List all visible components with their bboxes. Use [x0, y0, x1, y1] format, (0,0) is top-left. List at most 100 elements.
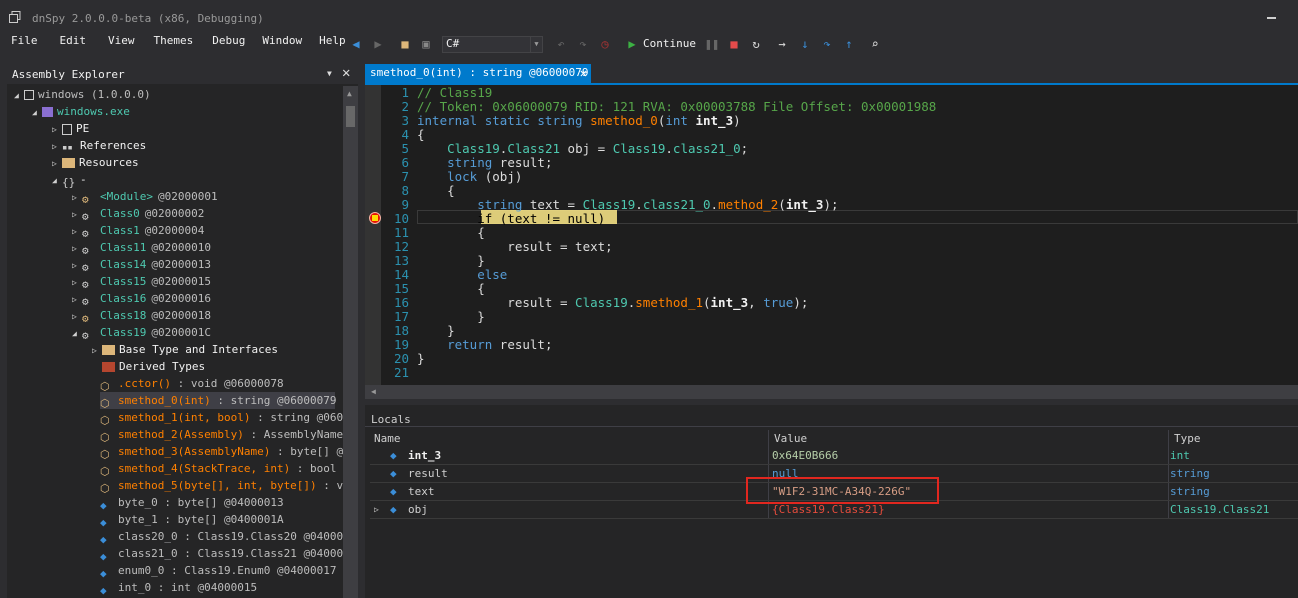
tree-node-selected[interactable]: ⬡ smethod_0(int) : string @06000079: [100, 392, 337, 410]
redo-icon[interactable]: ↷: [575, 36, 591, 52]
language-select[interactable]: C# ▼: [442, 36, 543, 53]
line-number: 8: [401, 183, 409, 198]
tree-node[interactable]: Derived Types: [92, 358, 205, 375]
show-next-statement-icon[interactable]: →: [774, 36, 790, 52]
expand-icon[interactable]: ▷: [374, 501, 379, 518]
back-icon[interactable]: ◀: [348, 36, 364, 52]
search-icon[interactable]: ⌕: [867, 36, 883, 52]
tree-node[interactable]: ◢{} -: [52, 171, 87, 189]
column-header-name[interactable]: Name: [374, 430, 401, 447]
tree-node[interactable]: ⬡smethod_2(Assembly) : AssemblyName @0: [100, 426, 343, 444]
field-icon: ◆: [100, 499, 107, 512]
minimize-button[interactable]: [1262, 6, 1286, 26]
menu-themes[interactable]: Themes: [135, 34, 194, 52]
locals-row[interactable]: ◆ int_3 0x64E0B666 int: [370, 447, 1298, 465]
tree-node[interactable]: ▷ Base Type and Interfaces: [92, 341, 278, 358]
line-number: 15: [393, 281, 409, 296]
tree-node[interactable]: ◆ enum0_0 : Class19.Enum0 @04000017: [100, 562, 337, 580]
line-number: 1: [401, 85, 409, 100]
play-icon[interactable]: ▶: [624, 36, 640, 52]
explorer-scrollbar[interactable]: [343, 86, 358, 598]
code-line: // Token: 0x06000079 RID: 121 RVA: 0x000…: [417, 99, 937, 114]
step-into-icon[interactable]: ↓: [797, 36, 813, 52]
breakpoint-gutter[interactable]: [365, 85, 381, 385]
tree-node[interactable]: ▷ ⚙ Class1 @02000004: [72, 222, 204, 240]
code-line: result = Class19.smethod_1(int_3, true);: [417, 295, 809, 310]
menu-window[interactable]: Window: [245, 34, 302, 52]
step-over-icon[interactable]: ↷: [819, 36, 835, 52]
assembly-tree[interactable]: ◢ windows (1.0.0.0) ◢ windows.exe ▷ PE ▷ ▪▪ R…: [7, 86, 343, 598]
tree-node[interactable]: ▷ ▪▪ References: [52, 137, 146, 154]
pause-icon[interactable]: ❚❚: [704, 36, 720, 52]
locals-header-row: Name Value Type: [370, 430, 1298, 448]
local-name: text: [408, 485, 435, 498]
code-line: }: [417, 323, 455, 338]
continue-button[interactable]: Continue: [643, 37, 696, 50]
class-icon: ⚙: [82, 295, 89, 308]
local-variable-icon: ◆: [390, 449, 397, 462]
menu-view[interactable]: View: [86, 34, 135, 52]
tree-node[interactable]: ▷ ⚙ Class16 @02000016: [72, 290, 211, 308]
locals-title: Locals: [371, 413, 411, 426]
line-number: 5: [401, 141, 409, 156]
tree-node[interactable]: ▷ ⚙ Class11 @02000010: [72, 239, 211, 257]
assembly-explorer-title: Assembly Explorer: [12, 68, 125, 81]
scroll-left-icon[interactable]: ◀: [371, 387, 376, 396]
column-header-value[interactable]: Value: [774, 430, 807, 447]
forward-icon[interactable]: ▶: [370, 36, 386, 52]
class-icon: ⚙: [82, 278, 89, 291]
local-variable-icon: ◆: [390, 503, 397, 516]
save-icon[interactable]: ▣: [418, 36, 434, 52]
history-icon[interactable]: ◷: [597, 36, 613, 52]
close-icon[interactable]: ✕: [342, 65, 350, 81]
tree-node[interactable]: ◢ windows.exe: [32, 103, 130, 120]
stop-icon[interactable]: ■: [726, 36, 742, 52]
undo-icon[interactable]: ↶: [553, 36, 569, 52]
code-line: string result;: [447, 155, 553, 170]
tree-node[interactable]: ▷ PE: [52, 120, 89, 137]
local-value[interactable]: 0x64E0B666: [772, 447, 838, 464]
tree-node[interactable]: ▷ ⚙ Class0 @02000002: [72, 205, 204, 223]
menu-file[interactable]: File: [0, 34, 38, 52]
open-folder-icon[interactable]: ■: [397, 36, 413, 52]
tree-node[interactable]: ◆ byte_1 : byte[] @0400001A: [100, 511, 284, 529]
method-icon: ⬡: [100, 380, 110, 393]
tree-node[interactable]: ▷ ⚙ Class18 @02000018: [72, 307, 211, 325]
column-header-type[interactable]: Type: [1174, 430, 1201, 447]
tree-node[interactable]: ▷ Resources: [52, 154, 139, 171]
local-name: result: [408, 467, 448, 480]
divider: [365, 426, 1298, 427]
tree-node[interactable]: ▷ ⚙ Class15 @02000015: [72, 273, 211, 291]
tree-node[interactable]: ◢ ⚙ Class19 @0200001C: [72, 324, 211, 342]
menu-help[interactable]: Help: [302, 34, 346, 52]
restart-icon[interactable]: ↻: [748, 36, 764, 52]
class-icon: ⚙: [82, 210, 89, 223]
tree-node[interactable]: ⬡smethod_3(AssemblyName) : byte[] @060: [100, 443, 343, 461]
tree-node[interactable]: ⬡smethod_4(StackTrace, int) : bool @06: [100, 460, 343, 478]
tree-node[interactable]: ◆ byte_0 : byte[] @04000013: [100, 494, 284, 512]
close-icon[interactable]: ✕: [580, 64, 587, 82]
panel-menu-icon[interactable]: ▼: [327, 69, 332, 78]
scroll-up-icon[interactable]: ▲: [347, 89, 352, 98]
editor-horizontal-scrollbar[interactable]: [365, 385, 1298, 399]
tree-node[interactable]: ◆ class20_0 : Class19.Class20 @0400001: [100, 528, 343, 546]
class-icon: ⚙: [82, 244, 89, 257]
scrollbar-thumb[interactable]: [346, 106, 355, 127]
tree-node[interactable]: ▷ ⚙ <Module> @02000001: [72, 188, 218, 206]
tab-label: smethod_0(int) : string @06000079: [370, 66, 589, 79]
tree-node[interactable]: ◆ int_0 : int @04000015: [100, 579, 257, 597]
tree-node[interactable]: ⬡smethod_5(byte[], int, byte[]) : void: [100, 477, 343, 495]
menu-debug[interactable]: Debug: [193, 34, 245, 52]
tree-node[interactable]: ◢ windows (1.0.0.0): [14, 86, 151, 103]
tree-node[interactable]: ⬡ .cctor() : void @06000078: [100, 375, 284, 393]
step-out-icon[interactable]: ↑: [841, 36, 857, 52]
tree-node[interactable]: ▷ ⚙ Class14 @02000013: [72, 256, 211, 274]
tree-node[interactable]: ◆ class21_0 : Class19.Class21 @0400001: [100, 545, 343, 563]
tree-node[interactable]: ⬡smethod_1(int, bool) : string @06000087: [100, 409, 343, 427]
menu-edit[interactable]: Edit: [38, 34, 87, 52]
code-line: }: [417, 253, 485, 268]
module-icon: [42, 107, 53, 117]
tab-smethod-0[interactable]: smethod_0(int) : string @06000079 ✕: [365, 64, 591, 83]
line-number: 12: [393, 239, 409, 254]
chevron-down-icon: ▼: [530, 37, 542, 52]
